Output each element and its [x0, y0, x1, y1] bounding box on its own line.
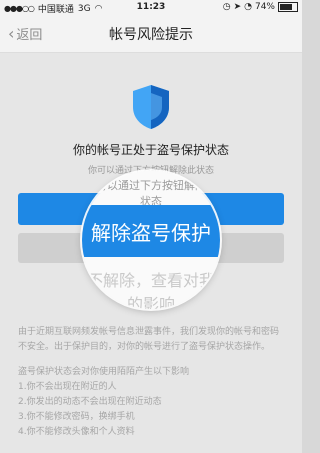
impact-item: 1.你不会出现在附近的人 — [18, 382, 117, 392]
magnified-secondary-label: 不解除，查看对我的影响 — [86, 271, 215, 309]
battery-icon — [278, 2, 298, 12]
impact-list: 1.你不会出现在附近的人 2.你发出的动态不会出现在附近动态 3.你不能修改密码… — [18, 380, 284, 440]
info-paragraph: 由于近期互联网频发帐号信息泄露事件，我们发现你的帐号和密码不安全。出于保护目的，… — [18, 327, 280, 352]
clock-icon: ◔ — [244, 2, 252, 12]
unlock-protection-label: 解除盗号保护 — [91, 221, 211, 245]
battery-fill — [280, 4, 292, 10]
location-icon: ➤ — [233, 2, 242, 12]
status-right: ◷ ➤ ◔ 74% — [223, 2, 298, 12]
impact-item: 2.你发出的动态不会出现在附近动态 — [18, 397, 162, 407]
status-title: 你的帐号正处于盗号保护状态 — [72, 143, 229, 157]
unlock-protection-button[interactable]: 解除盗号保护 — [82, 205, 220, 257]
main-content: 你的帐号正处于盗号保护状态 你可以通过下方按钮解除此状态 不解除，查看对我的影响… — [0, 53, 302, 453]
impact-list-title: 盗号保护状态会对你使用陌陌产生以下影响 — [18, 367, 190, 377]
status-bar: ●●●○○ 中国联通 3G ◠ 11:23 ◷ ➤ ◔ 74% — [0, 0, 302, 16]
magnifier-lens: 你可以通过下方按钮解除此状态 解除盗号保护 不解除，查看对我的影响 — [82, 171, 220, 309]
alarm-icon: ◷ — [222, 2, 231, 12]
info-section: 由于近期互联网频发帐号信息泄露事件，我们发现你的帐号和密码不安全。出于保护目的，… — [18, 325, 284, 440]
battery-percent: 74% — [254, 2, 275, 12]
nav-bar: ‹ 返回 帐号风险提示 — [0, 16, 302, 53]
shield-icon — [133, 85, 169, 129]
impact-item: 4.你不能修改头像和个人资料 — [18, 427, 135, 437]
impact-item: 3.你不能修改密码，换绑手机 — [18, 412, 135, 422]
page-title: 帐号风险提示 — [109, 27, 193, 43]
